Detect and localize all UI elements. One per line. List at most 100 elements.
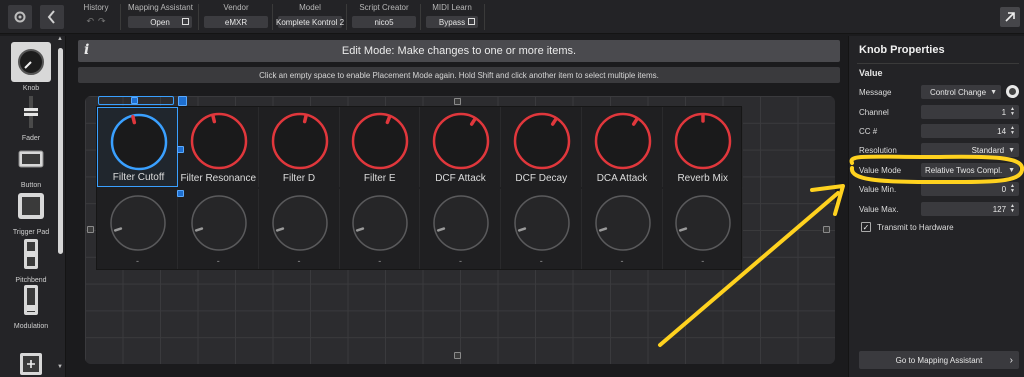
palette-item-pitchbend[interactable]: Pitchbend (8, 234, 54, 284)
knob-dial[interactable] (189, 111, 249, 171)
properties-panel: Knob Properties Value Message Control Ch… (848, 36, 1024, 377)
palette-item-trigger-pad[interactable]: Trigger Pad (8, 186, 54, 236)
window-icon (182, 18, 189, 25)
knob-dial[interactable] (108, 193, 168, 253)
value-min-stepper[interactable]: 0 ▲ ▼ (921, 182, 1019, 196)
knob-control[interactable]: - (339, 189, 421, 269)
knob-dial[interactable] (673, 193, 733, 253)
knob-dial[interactable] (270, 193, 330, 253)
midi-learn-bypass-button[interactable]: Bypass (426, 16, 478, 28)
midi-learn-label: MIDI Learn (432, 3, 472, 12)
knob-label: - (539, 256, 543, 266)
goto-label: Go to Mapping Assistant (895, 355, 983, 365)
palette-add-button[interactable] (8, 344, 54, 377)
redo-icon[interactable]: ↷ (98, 16, 106, 27)
knob-control[interactable]: Filter E (339, 107, 421, 187)
knob-dial[interactable] (593, 111, 653, 171)
spinner-icon[interactable]: ▲ ▼ (1010, 204, 1015, 214)
palette-item-button[interactable]: Button (8, 139, 54, 189)
scroll-down-icon[interactable]: ▼ (57, 364, 63, 370)
spinner-icon[interactable]: ▲ ▼ (1010, 184, 1015, 194)
canvas-handle-right[interactable] (823, 226, 830, 233)
expand-arrow-icon[interactable] (1000, 7, 1020, 27)
knob-dial[interactable] (512, 193, 572, 253)
palette-item-knob[interactable]: Knob (8, 42, 54, 92)
knob-dial[interactable] (512, 111, 572, 171)
canvas-handle-left[interactable] (87, 226, 94, 233)
value-mode-label: Value Mode (859, 165, 902, 175)
knob-control[interactable]: Filter Cutoff (97, 107, 178, 187)
transmit-to-hardware-checkbox[interactable]: ✓ Transmit to Hardware (861, 222, 954, 232)
model-group: Model Komplete Kontrol 2 (276, 3, 344, 31)
channel-stepper[interactable]: 1 ▲ ▼ (921, 105, 1019, 119)
knob-control[interactable]: Filter Resonance (178, 107, 259, 187)
midi-connector-icon[interactable] (1006, 85, 1019, 98)
palette-item-modulation[interactable]: Modulation (8, 280, 54, 330)
undo-icon[interactable]: ↶ (86, 16, 94, 27)
knob-control[interactable]: DCA Attack (582, 107, 663, 187)
modulation-icon (11, 280, 51, 320)
knob-control[interactable]: DCF Decay (501, 107, 582, 187)
knob-label: - (701, 256, 705, 266)
knob-dial[interactable] (431, 193, 491, 253)
settings-icon[interactable] (8, 5, 32, 29)
selection-handle-right[interactable] (177, 146, 184, 153)
knob-control[interactable]: - (420, 189, 501, 269)
cc-row: CC # 14 ▲ ▼ (859, 123, 1019, 139)
canvas-handle-top[interactable] (454, 98, 461, 105)
cc-stepper[interactable]: 14 ▲ ▼ (921, 124, 1019, 138)
palette-item-fader[interactable]: Fader (8, 92, 54, 142)
resolution-select[interactable]: Standard ▼ (921, 143, 1019, 157)
palette-scrollbar-thumb[interactable] (58, 48, 63, 254)
spinner-icon[interactable]: ▲ ▼ (1010, 126, 1015, 136)
chevron-down-icon: ▼ (1008, 166, 1015, 174)
knob-dial[interactable] (593, 193, 653, 253)
button-icon (11, 139, 51, 179)
knob-dial[interactable] (109, 112, 169, 172)
knob-dial[interactable] (431, 111, 491, 171)
knob-label: DCA Attack (596, 173, 648, 184)
knob-control[interactable]: - (662, 189, 744, 269)
selection-handle-bottom[interactable] (177, 190, 184, 197)
knob-control[interactable]: - (501, 189, 582, 269)
knob-control[interactable]: - (97, 189, 178, 269)
knob-label: DCF Attack (435, 173, 486, 184)
spinner-icon[interactable]: ▲ ▼ (1010, 107, 1015, 117)
knob-control[interactable]: - (259, 189, 340, 269)
script-creator-field[interactable]: nico5 (352, 16, 416, 28)
knob-group[interactable]: Filter Cutoff Filter Resonance Filter D Fil… (96, 106, 744, 270)
palette-label: Knob (22, 85, 40, 92)
knob-control[interactable]: DCF Attack (420, 107, 501, 187)
message-label: Message (859, 87, 892, 97)
value-mode-row: Value Mode Relative Twos Compl. ▼ (859, 162, 1019, 178)
palette-scrollbar[interactable]: ▲ ▼ (57, 36, 63, 372)
knob-control[interactable]: Filter D (259, 107, 340, 187)
mapping-assistant-open-button[interactable]: Open (128, 16, 192, 28)
knob-dial[interactable] (673, 111, 733, 171)
hint-bar: Click an empty space to enable Placement… (78, 67, 840, 83)
vendor-group: Vendor eMXR (204, 3, 268, 31)
message-select[interactable]: Control Change ▼ (921, 85, 1001, 99)
edit-mode-bar: i Edit Mode: Make changes to one or more… (78, 40, 840, 62)
value-max-stepper[interactable]: 127 ▲ ▼ (921, 202, 1019, 216)
resolution-label: Resolution (859, 145, 897, 155)
knob-control[interactable]: Reverb Mix (662, 107, 744, 187)
knob-dial[interactable] (350, 193, 410, 253)
canvas-handle-bottom[interactable] (454, 352, 461, 359)
value-section-label: Value (859, 68, 883, 78)
transmit-label: Transmit to Hardware (877, 222, 954, 232)
vendor-field[interactable]: eMXR (204, 16, 268, 28)
model-field[interactable]: Komplete Kontrol 2 (276, 16, 344, 28)
knob-dial[interactable] (189, 193, 249, 253)
go-to-mapping-assistant-button[interactable]: Go to Mapping Assistant › (859, 351, 1019, 369)
knob-control[interactable]: - (582, 189, 663, 269)
knob-dial[interactable] (350, 111, 410, 171)
knob-dial[interactable] (270, 111, 330, 171)
scroll-up-icon[interactable]: ▲ (57, 36, 63, 42)
channel-label: Channel (859, 107, 889, 117)
knob-control[interactable]: - (178, 189, 259, 269)
message-row: Message Control Change ▼ (859, 84, 1019, 100)
value-mode-select[interactable]: Relative Twos Compl. ▼ (921, 163, 1019, 177)
trash-icon[interactable] (178, 96, 187, 106)
chevron-left-icon[interactable] (40, 5, 64, 29)
